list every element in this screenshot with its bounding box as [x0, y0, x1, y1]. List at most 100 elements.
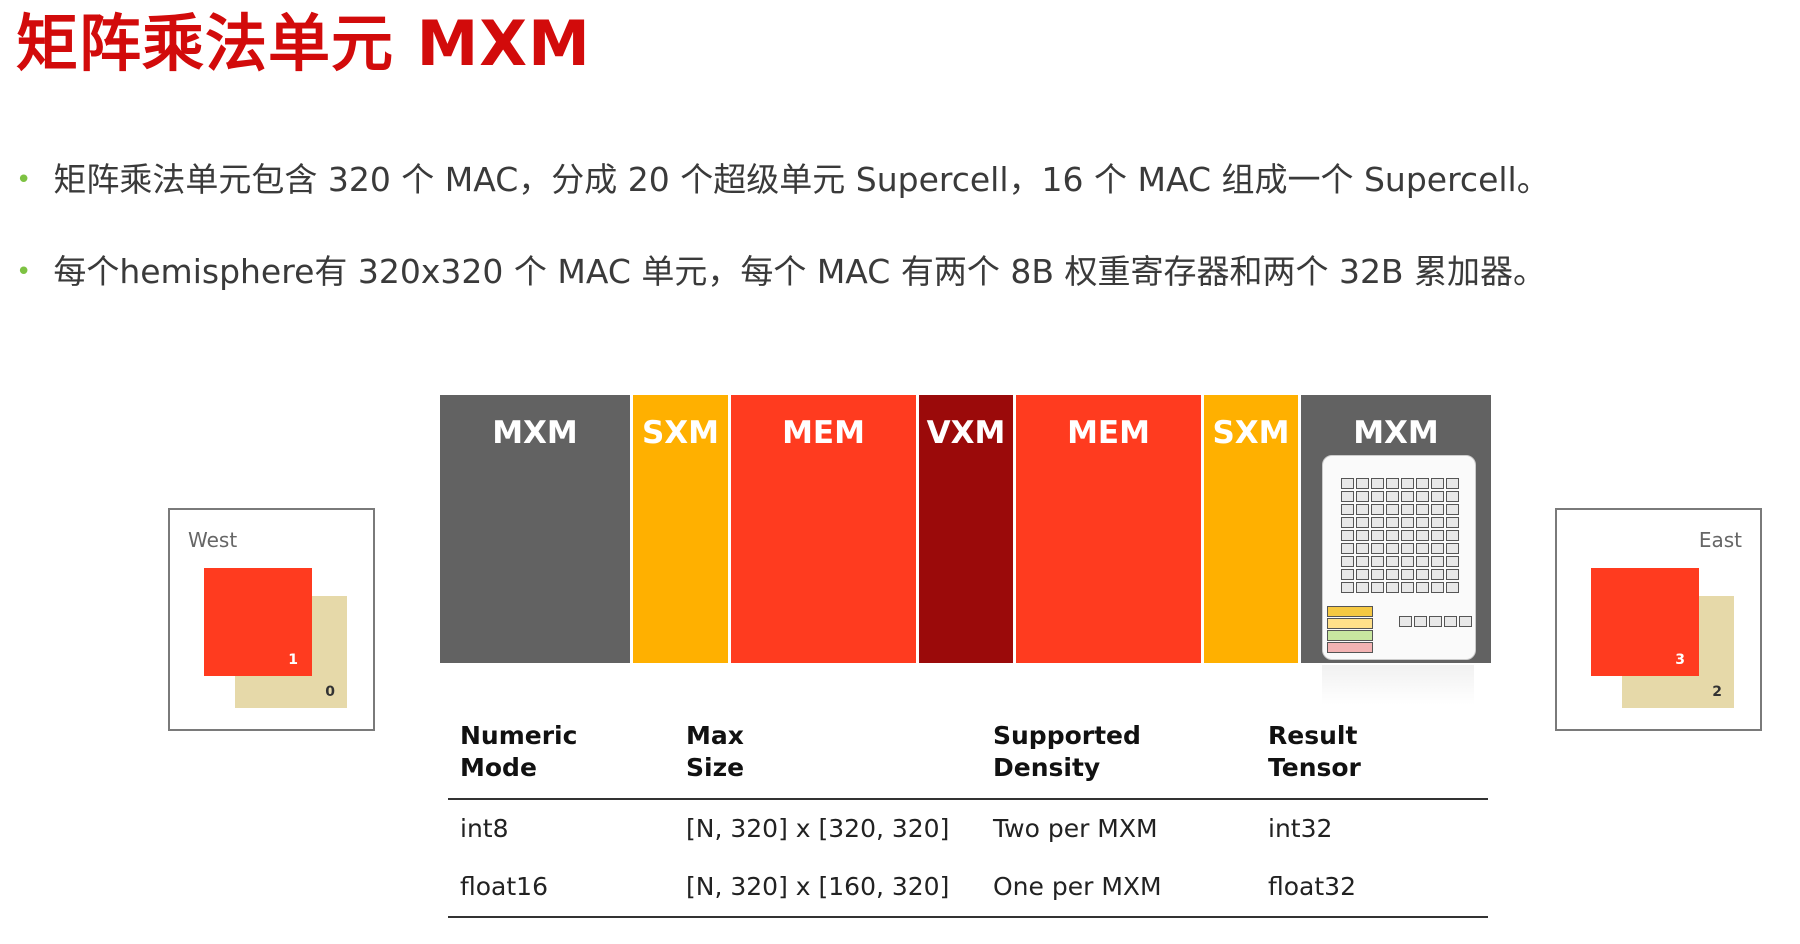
header-line: Size: [686, 753, 745, 782]
chip-cell: [1446, 543, 1459, 554]
table-cell: int32: [1268, 814, 1333, 843]
chip-cell: [1341, 504, 1354, 515]
chip-cell: [1431, 530, 1444, 541]
chip-cell: [1356, 478, 1369, 489]
chip-cell: [1431, 582, 1444, 593]
chip-cell: [1401, 530, 1414, 541]
chip-stage-cell: [1414, 616, 1427, 627]
chip-cell: [1446, 530, 1459, 541]
chip-stage-cell: [1459, 616, 1472, 627]
header-line: Result: [1268, 721, 1358, 750]
block-label: SXM: [641, 415, 720, 451]
table-cell: One per MXM: [993, 872, 1162, 901]
west-back-num: 0: [325, 684, 335, 700]
bullet-item-2: • 每个hemisphere有 320x320 个 MAC 单元，每个 MAC 有…: [16, 250, 1546, 297]
block-label: MXM: [1353, 415, 1439, 451]
chip-cell: [1401, 478, 1414, 489]
chip-cell: [1356, 543, 1369, 554]
chip-cell: [1416, 569, 1429, 580]
chip-cell: [1386, 569, 1399, 580]
chip-cell: [1341, 491, 1354, 502]
bullet-text-2: 每个hemisphere有 320x320 个 MAC 单元，每个 MAC 有两…: [53, 252, 1547, 291]
chip-cell: [1386, 530, 1399, 541]
chip-cell: [1356, 491, 1369, 502]
numeric-mode-table: Numeric Mode Max Size Supported Density Res…: [448, 718, 1488, 918]
chip-cell: [1446, 556, 1459, 567]
chip-cell: [1341, 582, 1354, 593]
chip-cell: [1356, 556, 1369, 567]
header-line: Numeric: [460, 721, 578, 750]
chip-cell: [1401, 543, 1414, 554]
header-line: Mode: [460, 753, 537, 782]
chip-cell: [1431, 504, 1444, 515]
chip-pipeline-cell: [1327, 630, 1373, 641]
header-result-tensor: Result Tensor: [1268, 720, 1361, 784]
chip-cell: [1386, 517, 1399, 528]
chip-cell: [1386, 543, 1399, 554]
table-row: int8 [N, 320] x [320, 320] Two per MXM i…: [448, 800, 1488, 858]
header-line: Supported: [993, 721, 1141, 750]
east-front-square: 3: [1591, 568, 1699, 676]
chip-cell: [1386, 556, 1399, 567]
chip-cell: [1371, 491, 1384, 502]
chip-cell: [1416, 582, 1429, 593]
chip-cell: [1401, 517, 1414, 528]
table-cell: int8: [460, 814, 509, 843]
block-sxm-east: SXM: [1204, 395, 1298, 663]
east-label: East: [1698, 528, 1742, 552]
header-line: Max: [686, 721, 744, 750]
west-label: West: [188, 528, 238, 552]
block-label: VXM: [926, 415, 1006, 451]
chip-cell: [1341, 543, 1354, 554]
chip-cell: [1446, 517, 1459, 528]
table-row: float16 [N, 320] x [160, 320] One per MX…: [448, 858, 1488, 916]
chip-cell: [1356, 530, 1369, 541]
chip-cell: [1416, 543, 1429, 554]
chip-cell: [1386, 491, 1399, 502]
table-cell: float16: [460, 872, 548, 901]
header-max-size: Max Size: [686, 720, 744, 784]
block-label: MEM: [1067, 415, 1150, 451]
chip-cell: [1386, 504, 1399, 515]
chip-cell: [1341, 530, 1354, 541]
chip-cell: [1371, 556, 1384, 567]
bullet-dot-icon: •: [16, 257, 32, 287]
chip-pipeline-cell: [1327, 618, 1373, 629]
chip-stage-cell: [1399, 616, 1412, 627]
chip-cell: [1416, 491, 1429, 502]
chip-cell: [1341, 569, 1354, 580]
chip-cell: [1356, 504, 1369, 515]
chip-cell: [1401, 504, 1414, 515]
chip-cell: [1401, 582, 1414, 593]
chip-cell: [1356, 582, 1369, 593]
chip-cell: [1371, 504, 1384, 515]
chip-cell: [1446, 569, 1459, 580]
chip-cell: [1416, 556, 1429, 567]
table-cell: [N, 320] x [320, 320]: [686, 814, 950, 843]
chip-cell: [1446, 478, 1459, 489]
chip-cell: [1431, 517, 1444, 528]
west-front-num: 1: [288, 652, 298, 668]
block-vxm: VXM: [919, 395, 1013, 663]
chip-cell: [1446, 582, 1459, 593]
chip-cell: [1431, 556, 1444, 567]
block-sxm-west: SXM: [633, 395, 728, 663]
chip-cell: [1416, 478, 1429, 489]
chip-reflection: [1322, 665, 1474, 705]
table-cell: Two per MXM: [993, 814, 1158, 843]
chip-cell: [1431, 478, 1444, 489]
chip-cell: [1446, 504, 1459, 515]
chip-cell: [1356, 517, 1369, 528]
chip-cell: [1371, 478, 1384, 489]
chip-cell: [1341, 478, 1354, 489]
block-label: SXM: [1212, 415, 1290, 451]
chip-cell: [1431, 491, 1444, 502]
chip-cell: [1446, 491, 1459, 502]
header-line: Tensor: [1268, 753, 1361, 782]
block-mem-west: MEM: [731, 395, 916, 663]
table-header: Numeric Mode Max Size Supported Density Res…: [448, 718, 1488, 800]
chip-cell: [1371, 582, 1384, 593]
bullet-item-1: • 矩阵乘法单元包含 320 个 MAC，分成 20 个超级单元 Supercel…: [16, 158, 1550, 205]
block-label: MEM: [782, 415, 865, 451]
chip-cell: [1431, 543, 1444, 554]
